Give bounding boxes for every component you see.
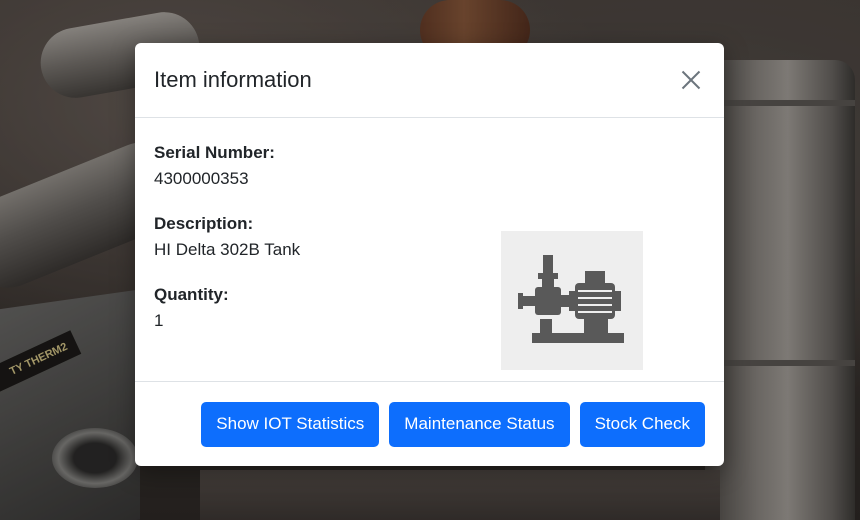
close-icon[interactable]	[676, 65, 706, 95]
serial-number-label: Serial Number:	[154, 143, 275, 162]
show-iot-statistics-button[interactable]: Show IOT Statistics	[201, 401, 380, 447]
modal-header: Item information	[135, 43, 724, 118]
stock-check-button[interactable]: Stock Check	[579, 401, 705, 447]
item-image	[501, 231, 643, 370]
modal-footer: Show IOT Statistics Maintenance Status S…	[135, 382, 724, 466]
serial-number-field: Serial Number: 4300000353	[154, 140, 705, 192]
item-info-modal: Item information Serial Number: 43000003…	[135, 43, 724, 466]
modal-title: Item information	[154, 67, 312, 92]
maintenance-status-button[interactable]: Maintenance Status	[389, 401, 570, 447]
serial-number-value: 4300000353	[154, 169, 249, 188]
pump-motor-icon	[518, 254, 624, 343]
modal-body: Serial Number: 4300000353 Description: H…	[135, 118, 724, 382]
